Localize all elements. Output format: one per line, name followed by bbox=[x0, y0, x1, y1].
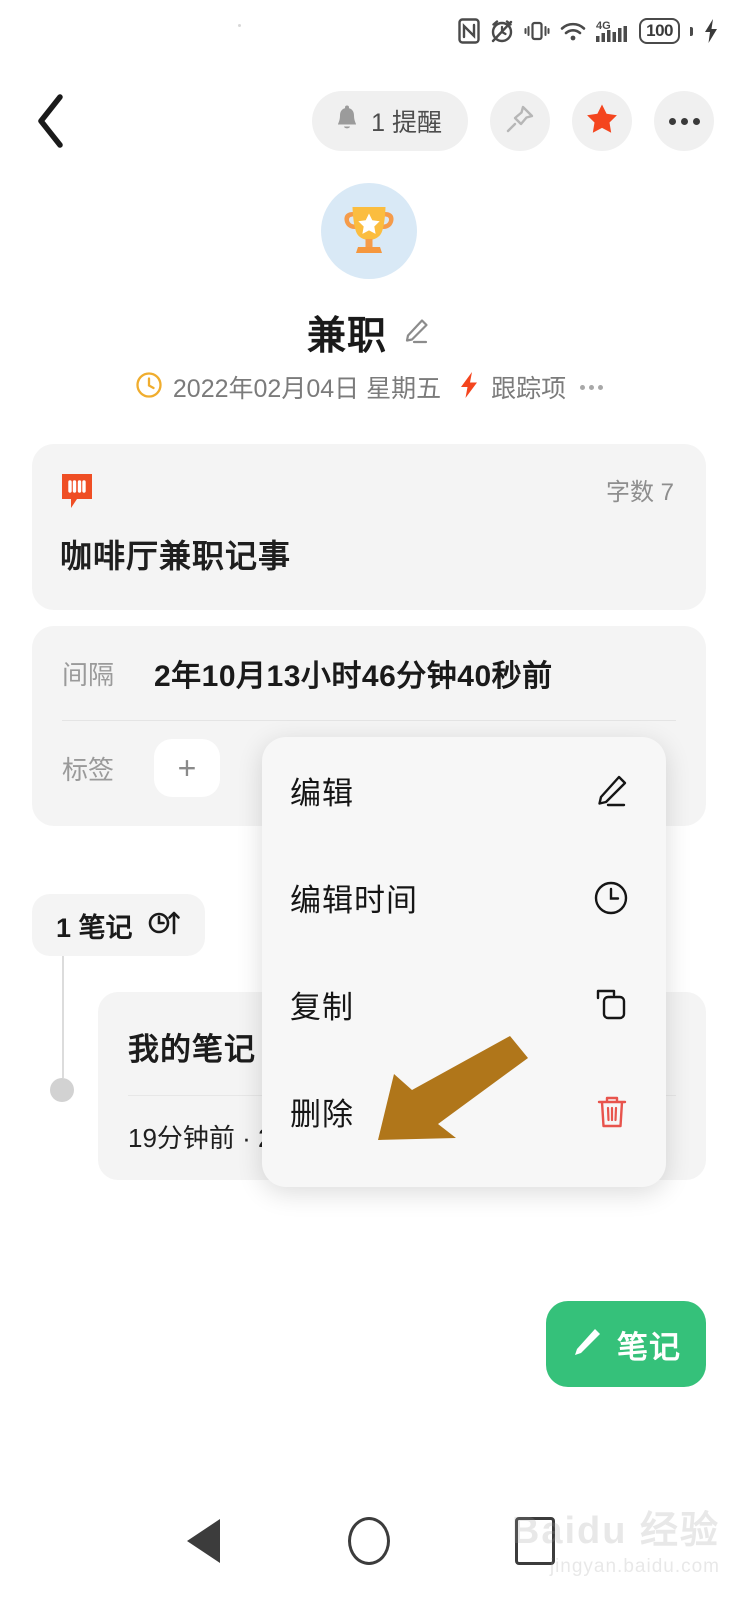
menu-item-label: 编辑 bbox=[290, 776, 354, 811]
clock-ascending-icon[interactable] bbox=[147, 908, 181, 943]
menu-item-edit-time[interactable]: 编辑时间 bbox=[262, 844, 666, 951]
status-icons: 4G 100 bbox=[458, 17, 720, 45]
new-note-label: 笔记 bbox=[617, 1329, 681, 1365]
menu-item-edit[interactable]: 编辑 bbox=[262, 737, 666, 844]
meta-date[interactable]: 2022年02月04日 星期五 bbox=[173, 369, 441, 405]
vibrate-icon bbox=[524, 18, 550, 44]
nav-recents-button[interactable] bbox=[500, 1506, 570, 1576]
tag-label: 标签 bbox=[62, 754, 115, 785]
pin-icon bbox=[504, 103, 536, 140]
nav-home-circle-icon bbox=[348, 1517, 390, 1565]
context-menu: 编辑 编辑时间 复制 删除 bbox=[262, 737, 666, 1187]
quote-card-header: 字数 7 bbox=[32, 444, 706, 515]
quote-bubble-icon bbox=[60, 472, 94, 515]
nav-back-triangle-icon bbox=[186, 1519, 220, 1563]
pin-button[interactable] bbox=[490, 91, 550, 151]
page-title: 兼职 bbox=[306, 315, 387, 358]
copy-icon bbox=[592, 986, 630, 1024]
system-nav-bar bbox=[0, 1482, 738, 1600]
quote-card[interactable]: 字数 7 咖啡厅兼职记事 bbox=[32, 444, 706, 610]
timeline-connector bbox=[62, 956, 64, 1078]
menu-item-delete[interactable]: 删除 bbox=[262, 1058, 666, 1165]
camera-dot bbox=[238, 24, 241, 27]
alarm-off-icon bbox=[489, 18, 515, 44]
reminder-button[interactable]: 1 提醒 bbox=[312, 91, 468, 151]
pencil-icon[interactable] bbox=[401, 316, 431, 351]
bell-icon bbox=[332, 104, 362, 139]
battery-level: 100 bbox=[646, 21, 673, 40]
trophy-icon bbox=[338, 198, 400, 265]
interval-value: 2年10月13小时46分钟40秒前 bbox=[154, 660, 553, 693]
meta-more-dots-icon[interactable] bbox=[580, 384, 604, 390]
timeline-node bbox=[50, 1078, 74, 1102]
interval-row[interactable]: 间隔 2年10月13小时46分钟40秒前 bbox=[32, 626, 706, 720]
word-count-value: 7 bbox=[660, 479, 674, 506]
tracker-label[interactable]: 跟踪项 bbox=[491, 369, 566, 405]
nav-home-button[interactable] bbox=[334, 1506, 404, 1576]
charging-bolt-icon bbox=[702, 18, 720, 44]
more-button[interactable] bbox=[654, 91, 714, 151]
battery-tip bbox=[690, 26, 693, 36]
meta-row: 2022年02月04日 星期五 跟踪项 bbox=[0, 369, 738, 405]
word-count-label: 字数 bbox=[605, 479, 654, 506]
nav-back-button[interactable] bbox=[168, 1506, 238, 1576]
app-root: 4G 100 1 提醒 兼职 2022年02月04日 星期五 跟踪项 字数 7 … bbox=[0, 0, 738, 1600]
nfc-icon bbox=[458, 18, 480, 44]
more-dots-icon bbox=[668, 117, 700, 125]
back-button[interactable] bbox=[8, 78, 94, 164]
clock-icon bbox=[592, 879, 630, 917]
word-count: 字数 7 bbox=[606, 472, 674, 507]
pencil-icon bbox=[592, 772, 630, 810]
menu-item-copy[interactable]: 复制 bbox=[262, 951, 666, 1058]
star-icon bbox=[585, 102, 619, 141]
add-tag-button[interactable]: + bbox=[154, 739, 220, 797]
notes-count-chip[interactable]: 1 笔记 bbox=[32, 894, 205, 956]
new-note-button[interactable]: 笔记 bbox=[546, 1301, 706, 1387]
avatar[interactable] bbox=[321, 183, 417, 279]
battery-icon: 100 bbox=[639, 18, 680, 44]
menu-item-label: 编辑时间 bbox=[290, 883, 418, 918]
clock-icon bbox=[135, 371, 163, 404]
lightning-icon bbox=[457, 370, 481, 405]
top-actions: 1 提醒 bbox=[312, 91, 714, 151]
status-bar: 4G 100 bbox=[0, 0, 738, 62]
interval-label: 间隔 bbox=[62, 659, 115, 690]
menu-item-label: 复制 bbox=[290, 990, 354, 1025]
signal-4g-icon: 4G bbox=[596, 17, 630, 45]
star-button[interactable] bbox=[572, 91, 632, 151]
pencil-icon bbox=[571, 1326, 603, 1363]
title-row: 兼职 bbox=[0, 305, 738, 361]
notes-count-label: 1 笔记 bbox=[56, 912, 133, 943]
nav-recents-square-icon bbox=[515, 1517, 555, 1565]
reminder-label: 1 提醒 bbox=[371, 109, 442, 137]
quote-text: 咖啡厅兼职记事 bbox=[60, 538, 292, 574]
wifi-icon bbox=[559, 18, 587, 44]
trash-icon bbox=[594, 1093, 630, 1131]
menu-item-label: 删除 bbox=[290, 1097, 354, 1132]
top-action-bar: 1 提醒 bbox=[0, 78, 738, 164]
